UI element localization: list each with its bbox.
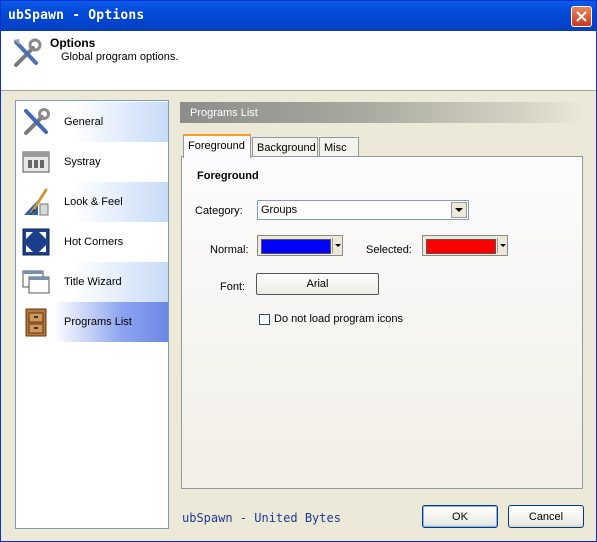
sidebar-item-label: General	[64, 116, 104, 128]
sidebar-item-systray[interactable]: Systray	[16, 142, 168, 182]
selected-color-label: Selected:	[366, 244, 412, 256]
header-subtitle: Global program options.	[61, 51, 179, 63]
panel-title: Programs List	[190, 107, 258, 119]
normal-color-label: Normal:	[210, 244, 249, 256]
sidebar-item-title-wizard[interactable]: Title Wizard	[16, 262, 168, 302]
dropdown-button[interactable]	[451, 202, 467, 218]
options-window: ubSpawn - Options Options Global program…	[0, 0, 597, 542]
sidebar-item-label: Look & Feel	[64, 196, 123, 208]
sidebar-item-label: Hot Corners	[64, 236, 124, 248]
chevron-down-icon	[500, 244, 506, 247]
selected-color-picker[interactable]	[422, 235, 508, 256]
close-icon	[576, 11, 587, 22]
ok-label: OK	[452, 511, 468, 523]
footer-brand: ubSpawn - United Bytes	[182, 511, 341, 525]
font-button[interactable]: Arial	[256, 273, 379, 295]
tab-label: Background	[257, 142, 316, 154]
cancel-button[interactable]: Cancel	[508, 505, 584, 528]
sidebar-item-label: Systray	[64, 156, 101, 168]
category-value: Groups	[261, 204, 298, 216]
foreground-tab-panel: Foreground Category: Groups Normal: Sele…	[181, 156, 583, 489]
tab-label: Misc	[324, 142, 347, 154]
panel-title-bar: Programs List	[180, 102, 584, 123]
header-title: Options	[50, 36, 96, 50]
sidebar-item-general[interactable]: General	[16, 102, 168, 142]
sidebar-item-hot-corners[interactable]: Hot Corners	[16, 222, 168, 262]
windows-icon	[22, 270, 50, 294]
separator	[497, 238, 498, 253]
separator	[332, 238, 333, 253]
sidebar-item-label: Title Wizard	[64, 276, 122, 288]
font-value: Arial	[306, 278, 329, 290]
tab-label: Foreground	[188, 140, 245, 152]
sidebar-item-label: Programs List	[64, 316, 132, 328]
paintbrush-icon	[24, 188, 49, 216]
group-title: Foreground	[197, 170, 259, 182]
hot-corners-icon	[22, 228, 50, 256]
selected-color-swatch	[426, 239, 496, 254]
cancel-label: Cancel	[528, 511, 564, 523]
tab-foreground[interactable]: Foreground	[183, 134, 251, 158]
tab-misc[interactable]: Misc	[319, 137, 359, 157]
category-label: Category:	[195, 205, 243, 217]
sidebar-item-programs-list[interactable]: Programs List	[16, 302, 168, 342]
tab-background[interactable]: Background	[252, 137, 318, 157]
cabinet-icon	[25, 308, 47, 337]
normal-color-swatch	[261, 239, 331, 254]
tools-icon	[24, 108, 50, 135]
category-select[interactable]: Groups	[257, 200, 469, 220]
ok-button[interactable]: OK	[422, 505, 498, 528]
tools-icon	[13, 38, 42, 67]
chevron-down-icon	[335, 244, 341, 247]
window-title: ubSpawn - Options	[8, 8, 145, 23]
options-header: Options Global program options.	[1, 31, 596, 91]
font-label: Font:	[220, 281, 246, 293]
no-icons-checkbox[interactable]	[259, 314, 270, 325]
close-button[interactable]	[571, 6, 592, 27]
options-sidebar: General Systray Look & Feel Hot Corners …	[15, 100, 169, 529]
chevron-down-icon	[455, 208, 463, 212]
sidebar-item-look-and-feel[interactable]: Look & Feel	[16, 182, 168, 222]
no-icons-label[interactable]: Do not load program icons	[274, 313, 403, 325]
title-bar[interactable]: ubSpawn - Options	[1, 1, 596, 31]
systray-icon	[22, 151, 50, 173]
normal-color-picker[interactable]	[257, 235, 343, 256]
